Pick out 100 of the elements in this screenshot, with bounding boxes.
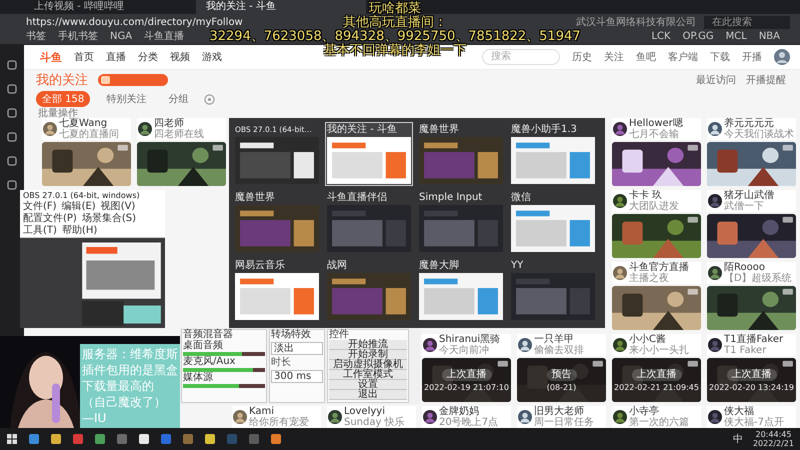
- card-info[interactable]: Lovelyyi Sunday 快乐: [327, 406, 416, 428]
- overlay-text: 32294、7623058、894328、9925750、7851822、51947: [209, 30, 581, 44]
- sidebar-icon[interactable]: [6, 107, 18, 119]
- batch-link[interactable]: 批量操作: [38, 108, 78, 119]
- control-button[interactable]: 工作室模式: [329, 370, 407, 380]
- menu-item[interactable]: 配置文件(P): [23, 213, 77, 225]
- page-link[interactable]: 开播提醒: [746, 73, 786, 87]
- bookmark-link[interactable]: 书签: [26, 30, 46, 44]
- avatar: [328, 410, 342, 424]
- page-title: 我的关注: [36, 72, 88, 89]
- card-info[interactable]: Hellower嗯 七月不会输: [612, 118, 701, 140]
- card-info[interactable]: 侠大福 侠大福-7点开: [707, 406, 796, 428]
- sidebar-icon[interactable]: [6, 83, 18, 95]
- stream-title: 七夏的直播间: [59, 129, 119, 140]
- card-info[interactable]: 卡卡 玖 大团队进发: [612, 190, 701, 212]
- sidebar-icon[interactable]: [6, 179, 18, 191]
- card-info[interactable]: 斗鱼官方直播 主播之夜: [612, 262, 701, 284]
- browser-search-field[interactable]: 在此搜索: [704, 16, 790, 28]
- browser-tab[interactable]: 我的关注 - 斗鱼: [196, 0, 366, 14]
- app-icon[interactable]: [50, 433, 62, 445]
- control-button[interactable]: 开始录制: [329, 350, 407, 360]
- input-method-indicator[interactable]: 中: [732, 432, 743, 446]
- header-link[interactable]: 鱼吧: [636, 50, 656, 64]
- streamer-name: 旧男大老师: [534, 406, 585, 417]
- bookmark-link[interactable]: NBA: [758, 30, 780, 44]
- card-info[interactable]: 小寺亭 第一次的六篇: [612, 406, 701, 428]
- filter-tab[interactable]: 特别关注: [100, 91, 152, 107]
- streamer-name: 侠大福: [724, 406, 755, 417]
- browser-tab[interactable]: 上传视频 - 哔哩哔哩: [24, 0, 194, 14]
- streamer-name: 七夏Wang: [59, 118, 108, 129]
- settings-icon[interactable]: [204, 94, 216, 104]
- menu-item[interactable]: 帮助(H): [62, 225, 98, 237]
- status-label: 上次直播: [442, 368, 492, 380]
- bookmark-link[interactable]: OP.GG: [682, 30, 714, 44]
- caption-line: —IU: [82, 410, 108, 426]
- menu-item[interactable]: 编辑(E): [62, 201, 96, 213]
- bookmark-link[interactable]: NGA: [110, 30, 132, 44]
- card-info[interactable]: Shiranui黑骑 今天向前冲: [422, 334, 511, 356]
- menu-item[interactable]: 文件(F): [23, 201, 57, 213]
- header-link[interactable]: 客户端: [668, 50, 698, 64]
- card-info[interactable]: 陌Roooo 【D】超级系统: [707, 262, 796, 284]
- app-icon[interactable]: [138, 433, 150, 445]
- duration-label: 时长: [271, 357, 292, 368]
- bookmark-link[interactable]: LCK: [651, 30, 671, 44]
- promo-banner[interactable]: [98, 74, 168, 86]
- bookmark-link[interactable]: MCL: [726, 30, 747, 44]
- header-link[interactable]: 开播: [742, 50, 762, 64]
- clock[interactable]: 20:44:45 2022/2/21: [752, 430, 794, 448]
- panel-title: 控件: [329, 330, 349, 340]
- control-button[interactable]: 开始推流: [329, 340, 407, 350]
- card-info[interactable]: 七夏Wang 七夏的直播间: [42, 118, 131, 140]
- card-info[interactable]: T1直播Faker T1 Faker: [707, 334, 796, 356]
- nav-link[interactable]: 直播: [106, 50, 126, 64]
- duration-field[interactable]: 300 ms: [271, 370, 323, 383]
- site-identity: 武汉斗鱼网络科技有限公司: [576, 16, 696, 29]
- panel-title: 音频混音器: [183, 330, 234, 340]
- header-link[interactable]: 关注: [604, 50, 624, 64]
- page-link[interactable]: 最近访问: [696, 73, 736, 87]
- nav-link[interactable]: 分类: [138, 50, 158, 64]
- card-info[interactable]: 金牌奶妈 20号晚上7点: [422, 406, 511, 428]
- overlay-text: 玩啥都菜: [369, 2, 421, 16]
- sidebar-icon[interactable]: [6, 59, 18, 71]
- user-avatar[interactable]: [774, 49, 790, 65]
- streamer-name: Kami: [249, 406, 274, 417]
- menu-item[interactable]: 场景集合(S): [82, 213, 136, 225]
- card-info[interactable]: 一只羊甲 偷偷去双排: [517, 334, 606, 356]
- menu-item[interactable]: 视图(V): [100, 201, 136, 213]
- streamer-name: 一只羊甲: [534, 334, 574, 345]
- header-link[interactable]: 下载: [710, 50, 730, 64]
- stream-time: (08-21): [546, 382, 576, 392]
- header-link[interactable]: 历史: [572, 50, 592, 64]
- bookmark-link[interactable]: 斗鱼直播: [144, 30, 184, 44]
- card-info[interactable]: 四老师 四老师在线: [137, 118, 226, 140]
- card-info[interactable]: Kami 给你所有宠爱: [232, 406, 321, 428]
- bookmark-link[interactable]: 手机书签: [58, 30, 98, 44]
- window-thumbnail[interactable]: 我的关注 - 斗鱼: [325, 122, 413, 186]
- avatar: [613, 338, 627, 352]
- avatar: [708, 410, 722, 424]
- sidebar-icon[interactable]: [6, 131, 18, 143]
- nav-link[interactable]: 游戏: [202, 50, 222, 64]
- control-button[interactable]: 启动虚拟摄像机: [329, 360, 407, 370]
- filter-tab[interactable]: 分组: [162, 91, 194, 107]
- sidebar-icon[interactable]: [6, 155, 18, 167]
- control-button[interactable]: 退出: [329, 390, 407, 400]
- address-field[interactable]: https://www.douyu.com/directory/myFollow: [26, 16, 243, 28]
- start-icon[interactable]: [6, 433, 18, 445]
- avatar: [518, 410, 532, 424]
- stream-time: 2022-02-19 21:07:10: [424, 382, 509, 392]
- menu-item[interactable]: 工具(T): [23, 225, 57, 237]
- transition-dropdown[interactable]: 淡出: [271, 342, 323, 355]
- streamer-name: 金牌奶妈: [439, 406, 479, 417]
- card-info[interactable]: 猪牙山武僧 武僧一下: [707, 190, 796, 212]
- stream-title: 第一次的六篇: [629, 417, 689, 428]
- app-icon[interactable]: [204, 433, 216, 445]
- nav-link[interactable]: 视频: [170, 50, 190, 64]
- control-button[interactable]: 设置: [329, 380, 407, 390]
- card-info[interactable]: 旧男大老师 周一日常任务: [517, 406, 606, 428]
- app-icon[interactable]: [270, 433, 282, 445]
- card-info[interactable]: 小小C酱 来小小一头扎: [612, 334, 701, 356]
- nav-link[interactable]: 首页: [74, 50, 94, 64]
